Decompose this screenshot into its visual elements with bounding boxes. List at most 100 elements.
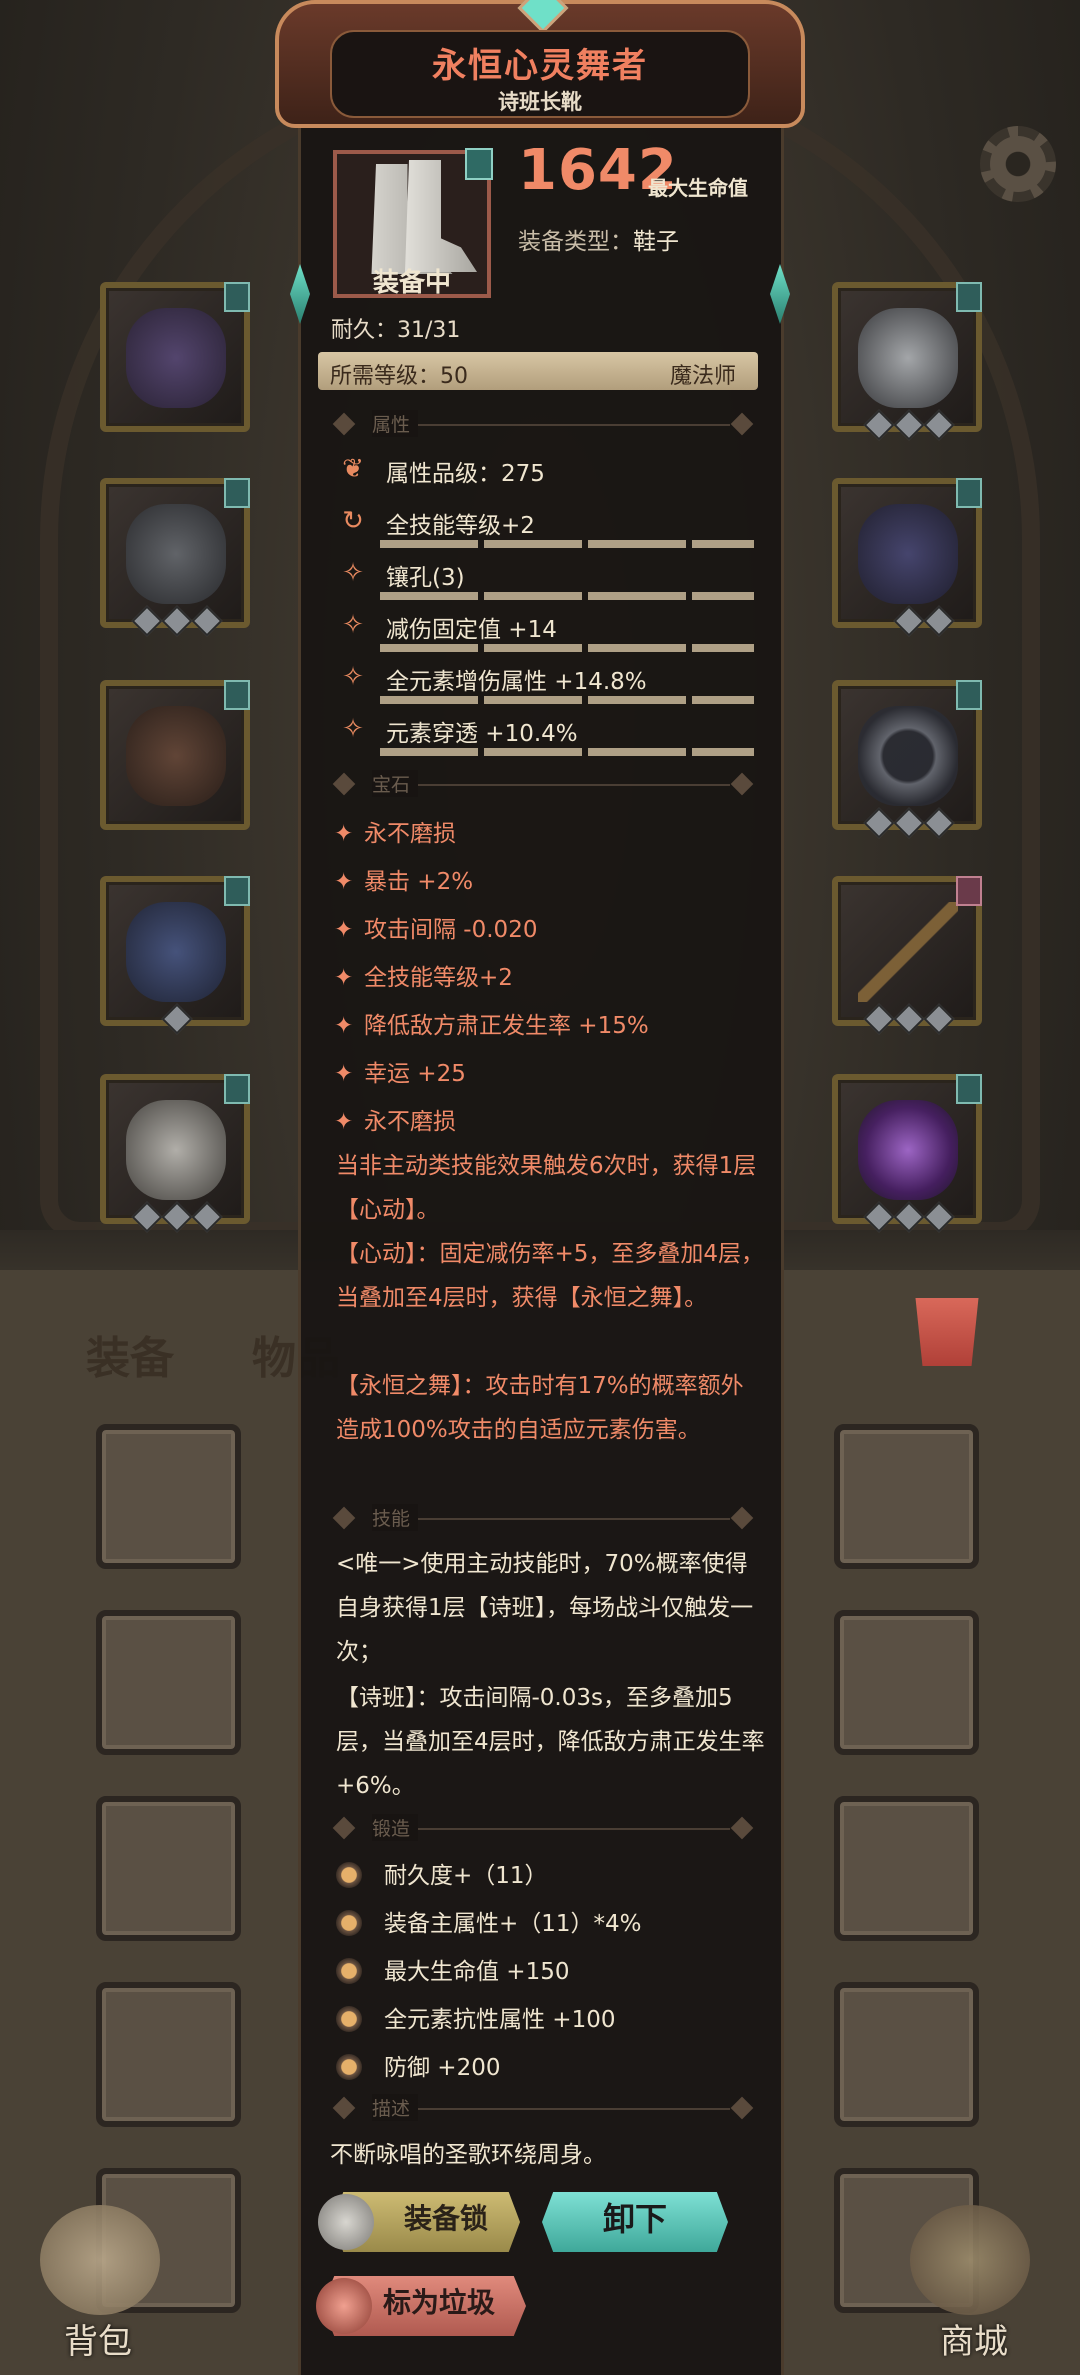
inventory-cell[interactable] (834, 1796, 979, 1941)
equip-type-value: 鞋子 (633, 229, 679, 255)
star-icon: ✦ (334, 1061, 354, 1087)
attribute-bar (380, 644, 754, 652)
forge-text: 耐久度+（11） (384, 1863, 548, 1889)
inventory-cell[interactable] (96, 1796, 241, 1941)
skill-text-1: <唯一>使用主动技能时，70%概率使得自身获得1层【诗班】，每场战斗仅触发一次； (336, 1551, 754, 1665)
attribute-row: ✧ 元素穿透 +10.4% (330, 708, 760, 756)
socket-icon: ✧ (342, 662, 364, 692)
forge-text: 装备主属性+（11）*4% (384, 1911, 642, 1937)
item-badge (465, 148, 493, 180)
max-hp-label: 最大生命值 (648, 176, 748, 200)
inventory-cell[interactable] (96, 1424, 241, 1569)
settings-gear-icon[interactable] (980, 126, 1056, 202)
slot-badge (956, 680, 982, 710)
equip-type-label: 装备类型： (518, 229, 633, 255)
equip-slot-pants[interactable] (100, 876, 250, 1035)
section-divider (372, 1518, 730, 1520)
forge-row: 装备主属性+（11）*4% (336, 1904, 642, 1938)
section-divider (372, 1828, 730, 1830)
equip-type: 装备类型：鞋子 (518, 222, 679, 256)
slot-badge (956, 478, 982, 508)
forge-text: 最大生命值 +150 (384, 1959, 570, 1985)
slot-badge (956, 876, 982, 906)
attribute-row: ✧ 减伤固定值 +14 (330, 604, 760, 652)
slot-badge (224, 282, 250, 312)
forge-row: 最大生命值 +150 (336, 1952, 569, 1986)
inventory-cell[interactable] (834, 1982, 979, 2127)
nav-bag[interactable]: 背包 (64, 2314, 132, 2363)
section-divider (372, 2108, 730, 2110)
durability: 耐久：31/31 (331, 318, 461, 343)
gem-text: 幸运 +25 (364, 1061, 466, 1087)
skill-text-2: 【诗班】：攻击间隔-0.03s，至多叠加5层，当叠加至4层时，降低敌方肃正发生率… (336, 1685, 765, 1799)
equip-slot-orb[interactable] (832, 1074, 982, 1233)
item-name: 永恒心灵舞者 (432, 46, 648, 86)
shop-icon[interactable] (910, 2205, 1030, 2315)
gem-effect-2: 【心动】：固定减伤率+5，至多叠加4层，当叠加至4层时，获得【永恒之舞】。 (336, 1241, 765, 1311)
gem-text: 攻击间隔 -0.020 (364, 917, 538, 943)
section-diamond-icon (730, 1816, 754, 1840)
forge-text: 防御 +200 (384, 2055, 501, 2081)
forge-dot-icon (336, 2006, 362, 2032)
gloves-icon (126, 706, 226, 806)
gem-row: ✦ 永不磨损 (334, 814, 456, 848)
inventory-cell[interactable] (834, 1424, 979, 1569)
forge-dot-icon (336, 2054, 362, 2080)
section-title: 宝石 (372, 770, 419, 797)
section-gems: 宝石 (332, 770, 756, 800)
pants-icon (126, 902, 226, 1002)
equip-slot-weapon[interactable] (832, 876, 982, 1035)
section-diamond-icon (332, 412, 356, 436)
equip-slot-gloves[interactable] (100, 680, 250, 830)
bag-icon[interactable] (40, 2205, 160, 2315)
attribute-row: ✧ 镶孔(3) (330, 552, 760, 600)
gem-effect-1: 当非主动类技能效果触发6次时，获得1层【心动】。 (336, 1153, 757, 1223)
quality-icon: ❦ (342, 454, 364, 484)
class-name: 魔法师 (669, 364, 736, 389)
section-diamond-icon (332, 2096, 356, 2120)
equip-slot-helmet[interactable] (100, 282, 250, 432)
junk-lamp-icon (316, 2278, 372, 2334)
section-diamond-icon (730, 1506, 754, 1530)
equip-slot-armor[interactable] (100, 478, 250, 637)
section-divider (372, 784, 730, 786)
gem-row: ✦ 永不磨损 (334, 1102, 456, 1136)
forge-text: 全元素抗性属性 +100 (384, 2007, 616, 2033)
helmet-icon (126, 308, 226, 408)
forge-dot-icon (336, 1862, 362, 1888)
slot-badge (224, 478, 250, 508)
section-title: 描述 (372, 2094, 419, 2121)
slot-badge (224, 876, 250, 906)
tab-equip[interactable]: 装备 (86, 1322, 174, 1386)
inventory-cell[interactable] (834, 1610, 979, 1755)
equip-slot-necklace[interactable] (832, 282, 982, 441)
lock-icon (318, 2194, 374, 2250)
equip-slot-boots[interactable] (100, 1074, 250, 1233)
item-subtitle: 诗班长靴 (498, 90, 582, 114)
slot-badge (224, 680, 250, 710)
star-icon: ✦ (334, 869, 354, 895)
equip-slot-bracer[interactable] (832, 478, 982, 637)
section-title: 锻造 (372, 1814, 419, 1841)
attribute-bar (380, 592, 754, 600)
equip-slot-ring[interactable] (832, 680, 982, 839)
gem-row: ✦ 降低敌方肃正发生率 +15% (334, 1006, 649, 1040)
unequip-button[interactable]: 卸下 (542, 2192, 728, 2252)
attribute-bar (380, 540, 754, 548)
socket-icon: ✧ (342, 610, 364, 640)
attribute-text: 属性品级：275 (386, 461, 545, 487)
trash-icon[interactable] (915, 1298, 979, 1366)
nav-shop[interactable]: 商城 (940, 2314, 1008, 2363)
star-icon: ✦ (334, 821, 354, 847)
section-diamond-icon (730, 412, 754, 436)
section-diamond-icon (332, 1816, 356, 1840)
inventory-cell[interactable] (96, 1982, 241, 2127)
forge-row: 耐久度+（11） (336, 1856, 548, 1890)
gem-text: 降低敌方肃正发生率 +15% (364, 1013, 649, 1039)
inventory-cell[interactable] (96, 1610, 241, 1755)
star-icon: ✦ (334, 1109, 354, 1135)
equipped-tag: 装备中 (372, 268, 451, 298)
gem-row: ✦ 攻击间隔 -0.020 (334, 910, 537, 944)
section-skills: 技能 (332, 1504, 756, 1534)
attribute-text: 全元素增伤属性 +14.8% (386, 669, 647, 695)
